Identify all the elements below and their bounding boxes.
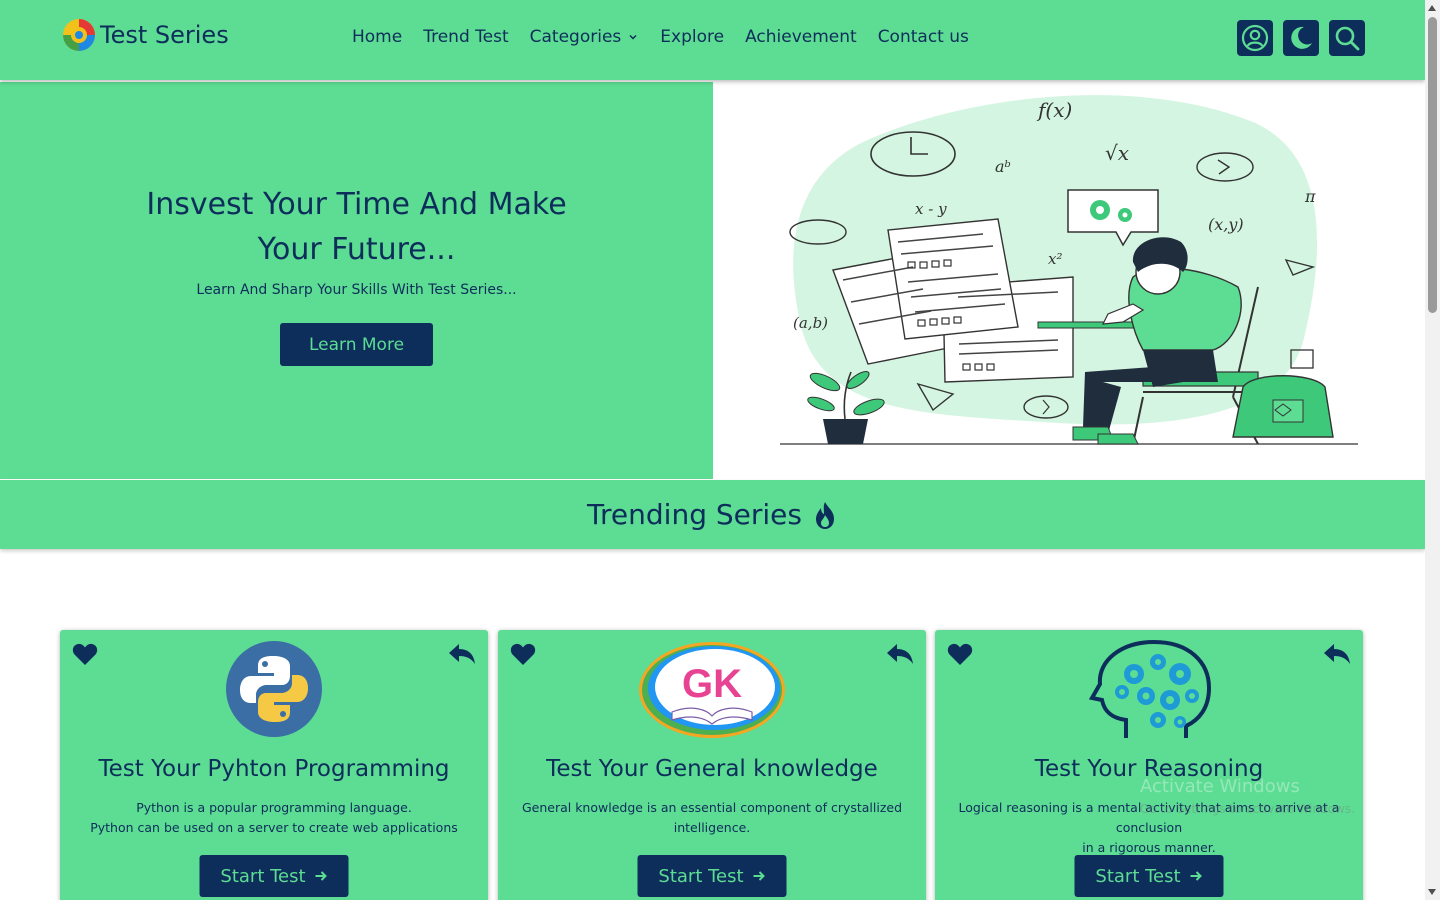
reply-icon[interactable] bbox=[1323, 642, 1351, 666]
os-watermark: Activate Windows bbox=[1140, 776, 1300, 797]
search-icon bbox=[1335, 26, 1360, 51]
chevron-down-icon bbox=[629, 34, 637, 40]
reply-icon[interactable] bbox=[448, 642, 476, 666]
nav-trend-test-label: Trend Test bbox=[423, 27, 509, 47]
nav-categories-label: Categories bbox=[529, 27, 622, 47]
python-logo-icon bbox=[226, 641, 322, 737]
trending-title: Trending Series bbox=[587, 498, 802, 531]
scroll-up-arrow-icon[interactable] bbox=[1428, 5, 1436, 11]
card-title: Test Your General knowledge bbox=[546, 756, 878, 782]
start-test-label: Start Test bbox=[220, 865, 306, 887]
start-test-button[interactable]: Start Test bbox=[1074, 855, 1224, 897]
nav-contact-us[interactable]: Contact us bbox=[878, 27, 969, 47]
nav-achievement[interactable]: Achievement bbox=[745, 27, 857, 47]
heart-icon[interactable] bbox=[947, 642, 973, 666]
brand[interactable]: Test Series bbox=[62, 18, 229, 52]
gk-logo-text: GK bbox=[682, 662, 742, 706]
card-description-line: intelligence. bbox=[673, 820, 751, 835]
hero-section: Insvest Your Time And Make Your Future..… bbox=[0, 82, 713, 479]
start-test-button[interactable]: Start Test bbox=[637, 855, 787, 897]
scrollbar-thumb[interactable] bbox=[1428, 17, 1437, 313]
user-button[interactable] bbox=[1237, 20, 1273, 56]
search-button[interactable] bbox=[1329, 20, 1365, 56]
nav-home-label: Home bbox=[352, 27, 403, 47]
dark-mode-button[interactable] bbox=[1283, 20, 1319, 56]
arrow-right-icon bbox=[1190, 871, 1202, 881]
test-card-python: Test Your Pyhton Programming Python is a… bbox=[60, 630, 488, 900]
start-test-button[interactable]: Start Test bbox=[199, 855, 349, 897]
gk-logo-icon: GK bbox=[639, 642, 785, 738]
illustration-label: x² bbox=[1048, 250, 1062, 268]
moon-icon bbox=[1291, 26, 1312, 49]
nav-trend-test[interactable]: Trend Test bbox=[423, 27, 508, 47]
page-scrollbar[interactable] bbox=[1425, 0, 1440, 900]
start-test-label: Start Test bbox=[658, 865, 744, 887]
start-test-label: Start Test bbox=[1095, 865, 1181, 887]
trending-banner: Trending Series bbox=[0, 480, 1425, 549]
card-description: Python is a popular programming language… bbox=[60, 798, 488, 838]
heart-icon[interactable] bbox=[72, 642, 98, 666]
learn-more-button[interactable]: Learn More bbox=[280, 323, 433, 366]
nav-explore-label: Explore bbox=[660, 27, 725, 47]
illustration-label: √x bbox=[1105, 141, 1129, 165]
illustration-label: (a,b) bbox=[793, 314, 828, 332]
test-card-reasoning: Test Your Reasoning Logical reasoning is… bbox=[935, 630, 1363, 900]
illustration-label: (x,y) bbox=[1208, 215, 1244, 234]
user-icon bbox=[1241, 24, 1269, 52]
student-study-illustration: f(x) √x aᵇ x - y x² (x,y) π (a,b) bbox=[780, 95, 1358, 445]
hero-subtitle: Learn And Sharp Your Skills With Test Se… bbox=[196, 282, 517, 298]
brand-logo-icon bbox=[63, 19, 95, 51]
nav-achievement-label: Achievement bbox=[745, 27, 857, 47]
nav-categories[interactable]: Categories bbox=[530, 27, 640, 47]
reply-icon[interactable] bbox=[886, 642, 914, 666]
arrow-right-icon bbox=[753, 871, 765, 881]
illustration-label: aᵇ bbox=[995, 157, 1011, 176]
card-description-line: Python is a popular programming language… bbox=[136, 800, 412, 815]
hero-title: Insvest Your Time And Make Your Future..… bbox=[0, 182, 713, 272]
card-description: General knowledge is an essential compon… bbox=[498, 798, 926, 838]
main-nav: Home Trend Test Categories Explore Achie… bbox=[352, 27, 990, 47]
hero-title-line1: Insvest Your Time And Make bbox=[146, 187, 567, 222]
brand-name: Test Series bbox=[100, 21, 229, 49]
illustration-label: x - y bbox=[915, 200, 947, 218]
flame-icon bbox=[815, 501, 834, 529]
nav-contact-us-label: Contact us bbox=[877, 27, 969, 47]
card-description-line: Python can be used on a server to create… bbox=[90, 820, 458, 835]
hero-title-line2: Your Future... bbox=[257, 232, 456, 267]
card-description-line: General knowledge is an essential compon… bbox=[521, 800, 903, 815]
os-watermark-sub: Go to Settings to activate Windows. bbox=[1140, 802, 1355, 816]
illustration-label: f(x) bbox=[1036, 98, 1072, 122]
illustration-label: π bbox=[1304, 187, 1316, 206]
arrow-right-icon bbox=[315, 871, 327, 881]
page: Test Series Home Trend Test Categories E… bbox=[0, 0, 1425, 900]
brain-gears-icon bbox=[1088, 640, 1212, 738]
scroll-down-arrow-icon[interactable] bbox=[1428, 889, 1436, 895]
nav-home[interactable]: Home bbox=[352, 27, 402, 47]
hero-illustration: f(x) √x aᵇ x - y x² (x,y) π (a,b) bbox=[713, 82, 1425, 479]
header: Test Series Home Trend Test Categories E… bbox=[0, 0, 1425, 80]
card-title: Test Your Pyhton Programming bbox=[98, 756, 450, 782]
nav-explore[interactable]: Explore bbox=[660, 27, 724, 47]
heart-icon[interactable] bbox=[510, 642, 536, 666]
test-card-gk: GK Test Your General knowledge General k… bbox=[498, 630, 926, 900]
